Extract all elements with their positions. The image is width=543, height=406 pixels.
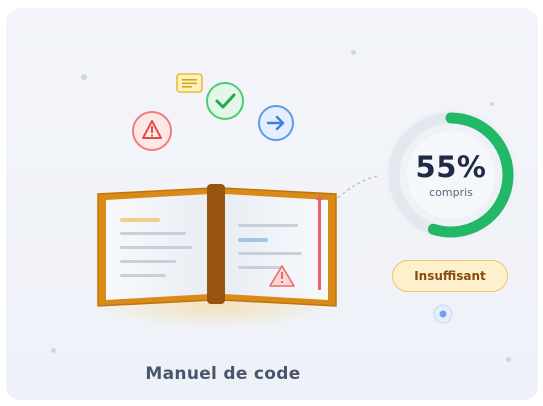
progress-label: compris (429, 186, 473, 199)
warning-icon (132, 111, 172, 151)
target-marker (433, 304, 453, 324)
note-icon (176, 73, 203, 93)
status-badge: Insuffisant (392, 260, 508, 292)
progress-readout: 55% compris (384, 108, 518, 242)
check-icon (206, 82, 244, 120)
arrow-right-icon (258, 105, 294, 141)
open-book (97, 184, 337, 307)
progress-value: 55% (415, 150, 487, 184)
page-title: Manuel de code (145, 364, 301, 384)
illustration-card: 55% compris Insuffisant Manuel de code (6, 8, 538, 400)
